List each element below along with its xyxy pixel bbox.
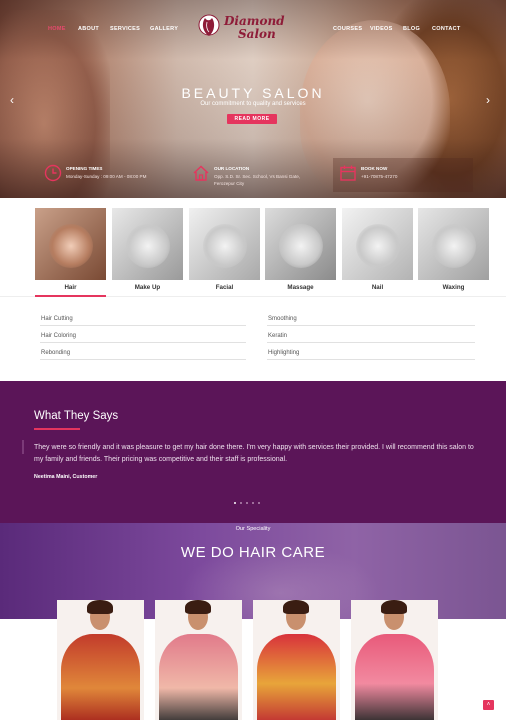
service-image-hair	[35, 208, 106, 280]
service-label: Nail	[371, 284, 384, 291]
testimonial-title: What They Says	[34, 410, 119, 422]
testimonial-author: Neetima Maini, Customer	[34, 474, 98, 480]
speciality-title: WE DO HAIR CARE	[180, 544, 326, 561]
location-label: Our Location	[214, 166, 250, 171]
hair-item: Smoothing	[268, 316, 297, 322]
nav-gallery[interactable]: Gallery	[150, 26, 178, 32]
service-image-nail	[342, 208, 413, 280]
book-now-phone[interactable]: +91-70875-47270	[361, 173, 397, 180]
item-divider	[267, 342, 475, 343]
service-image-waxing	[418, 208, 489, 280]
site-logo[interactable]: Diamond Salon	[198, 12, 300, 44]
scroll-top-button[interactable]: ˄	[483, 700, 494, 710]
our-location: Our Location Opp. S.D. Sr. Sec. School, …	[192, 164, 332, 188]
service-tab-make-up[interactable]: Make Up	[112, 208, 183, 291]
book-now[interactable]: Book Now +91-70875-47270	[339, 164, 469, 188]
hero-title: BEAUTY SALON	[181, 85, 325, 101]
service-image-facial	[189, 208, 260, 280]
bride-photo[interactable]	[253, 600, 340, 720]
item-divider	[40, 325, 246, 326]
service-label: Make Up	[134, 284, 161, 291]
service-image-make-up	[112, 208, 183, 280]
pagination-dot[interactable]	[252, 502, 254, 504]
service-label: Waxing	[442, 284, 465, 291]
item-divider	[267, 325, 475, 326]
bride-photo[interactable]	[57, 600, 144, 720]
nav-home[interactable]: Home	[48, 26, 66, 32]
service-label: Massage	[287, 284, 314, 291]
clock-icon	[44, 164, 62, 182]
hero-subtitle: Our commitment to quality and services	[200, 101, 306, 107]
chevron-up-icon: ˄	[486, 702, 491, 708]
logo-line2: Salon	[238, 27, 276, 41]
testimonial-pagination	[234, 491, 264, 509]
service-tab-waxing[interactable]: Waxing	[418, 208, 489, 291]
pagination-dot[interactable]	[258, 502, 260, 504]
location-line2: Ferozepur City	[214, 181, 245, 186]
calendar-icon	[340, 165, 356, 181]
service-image-massage	[265, 208, 336, 280]
opening-times: Opening Times Monday-Sunday : 09:00 AM -…	[44, 164, 174, 188]
service-tab-nail[interactable]: Nail	[342, 208, 413, 291]
home-icon	[193, 165, 209, 181]
logo-mark-icon	[198, 14, 220, 36]
hair-item: Rebonding	[41, 350, 71, 356]
hair-item: Highlighting	[268, 350, 300, 356]
hair-item: Hair Coloring	[41, 333, 77, 339]
service-label: Hair	[64, 284, 77, 291]
item-divider	[40, 342, 246, 343]
nav-videos[interactable]: Videos	[370, 26, 393, 32]
service-label: Facial	[215, 284, 234, 291]
bride-photo[interactable]	[155, 600, 242, 720]
logo-line1: Diamond	[224, 14, 285, 28]
bride-photo[interactable]	[351, 600, 438, 720]
nav-contact[interactable]: Contact	[432, 26, 461, 32]
nav-services[interactable]: Services	[110, 26, 140, 32]
slider-prev-icon[interactable]: ‹	[10, 93, 14, 107]
pagination-dot[interactable]	[240, 502, 242, 504]
opening-times-label: Opening Times	[66, 166, 103, 171]
testimonial-title-underline	[34, 428, 80, 430]
location-line1: Opp. S.D. Sr. Sec. School, Vs Bansi Gate…	[214, 174, 301, 179]
nav-blog[interactable]: Blog	[403, 26, 420, 32]
service-tab-facial[interactable]: Facial	[189, 208, 260, 291]
speciality-kicker: Our Speciality	[235, 526, 271, 532]
service-tab-hair[interactable]: Hair	[35, 208, 106, 291]
nav-about[interactable]: About	[78, 26, 99, 32]
slider-next-icon[interactable]: ›	[486, 93, 490, 107]
quote-marker	[22, 440, 24, 454]
active-tab-indicator	[35, 295, 106, 297]
item-divider	[267, 359, 475, 360]
item-divider	[40, 359, 246, 360]
nav-courses[interactable]: Courses	[333, 26, 362, 32]
pagination-dot[interactable]	[246, 502, 248, 504]
service-tab-massage[interactable]: Massage	[265, 208, 336, 291]
book-now-label: Book Now	[361, 166, 388, 171]
pagination-dot[interactable]	[234, 502, 236, 504]
opening-times-value: Monday-Sunday : 09:00 AM - 08:00 PM	[66, 174, 147, 179]
testimonial-text: They were so friendly and it was pleasur…	[34, 444, 474, 463]
read-more-button[interactable]: READ MORE	[227, 114, 277, 124]
hair-item: Hair Cutting	[41, 316, 73, 322]
hair-item: Keratin	[268, 333, 288, 339]
